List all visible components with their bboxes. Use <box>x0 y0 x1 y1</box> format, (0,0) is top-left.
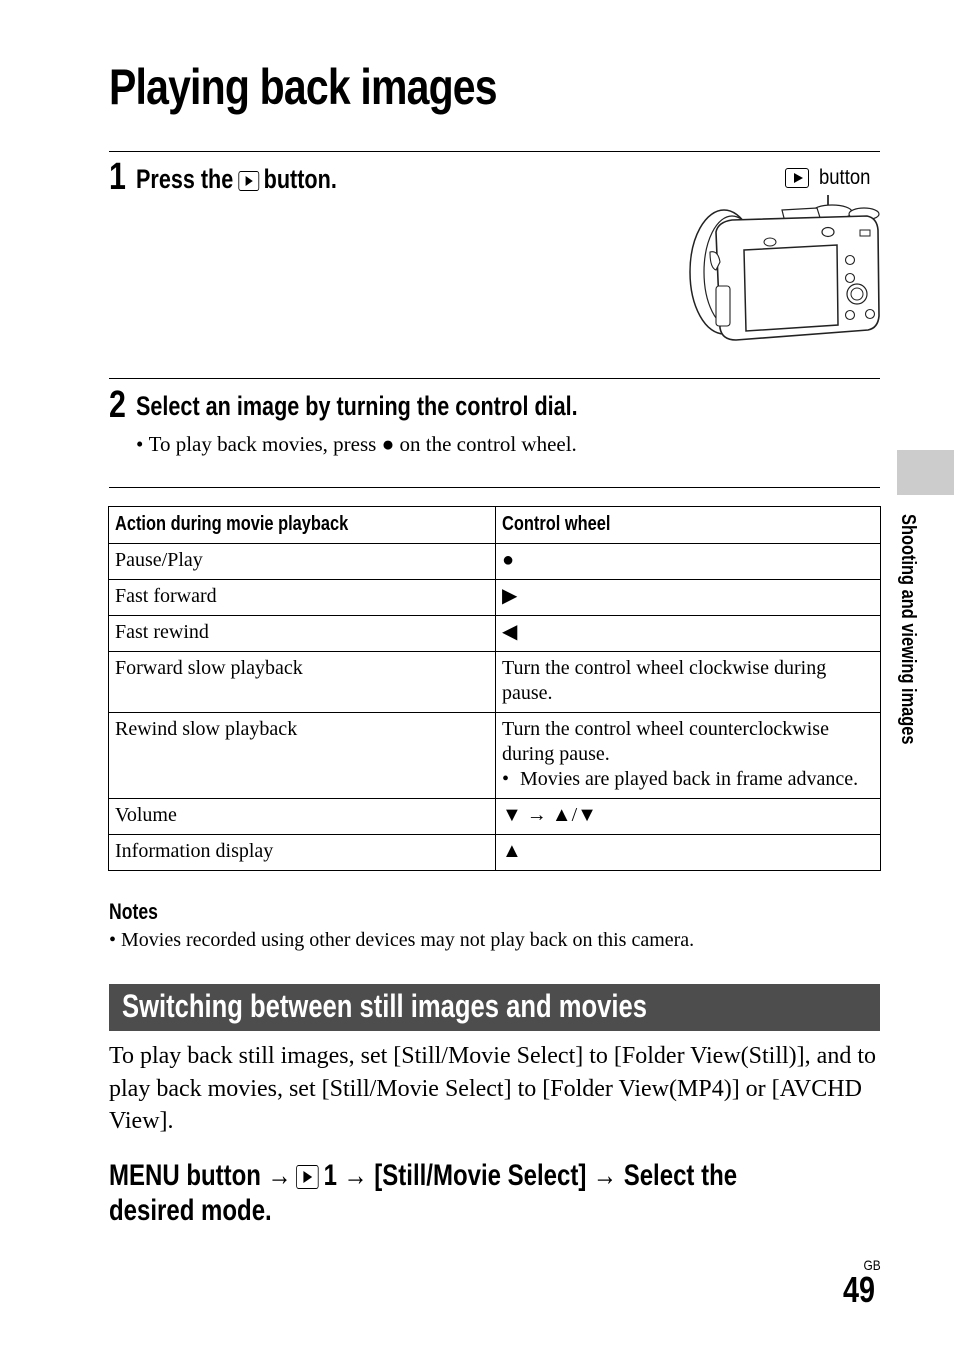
camera-illustration <box>689 195 880 341</box>
control-cell: ◀ <box>495 615 881 652</box>
action-cell: Pause/Play <box>108 543 496 580</box>
chapter-tab <box>897 450 954 495</box>
table-row: Fast rewind ◀ <box>108 615 881 652</box>
table-row: Pause/Play ● <box>108 543 881 580</box>
table-row: Forward slow playback Turn the control w… <box>108 651 881 713</box>
control-text: Turn the control wheel counterclockwise … <box>502 718 829 765</box>
bullet-text-after: on the control wheel. <box>399 432 577 456</box>
callout-label: button <box>819 166 871 189</box>
step-number: 1 <box>109 156 126 198</box>
action-cell: Fast rewind <box>108 615 496 652</box>
divider <box>109 151 880 152</box>
control-cell: ● <box>495 543 881 580</box>
notes-label: Notes <box>109 899 158 924</box>
movie-playback-table: Action during movie playback Control whe… <box>108 506 881 871</box>
action-cell: Forward slow playback <box>108 651 496 713</box>
playback-button-icon <box>238 170 259 191</box>
illustration-callout: button <box>785 166 877 190</box>
table-row: Rewind slow playback Turn the control wh… <box>108 712 881 799</box>
column-header-control: Control wheel <box>495 506 881 544</box>
table-row: Volume ▼ → ▲/▼ <box>108 798 881 835</box>
control-cell: ▶ <box>495 579 881 616</box>
action-cell: Volume <box>108 798 496 835</box>
bullet-text-before: To play back movies, press <box>148 432 377 456</box>
column-header-action: Action during movie playback <box>108 506 496 544</box>
section-paragraph: To play back still images, set [Still/Mo… <box>109 1043 876 1134</box>
note-item: • Movies recorded using other devices ma… <box>109 929 695 951</box>
control-cell: ▼ → ▲/▼ <box>495 798 881 835</box>
table-header-row: Action during movie playback Control whe… <box>108 506 881 544</box>
step-2-bullet: • To play back movies, press ● on the co… <box>136 432 577 457</box>
playback-menu-icon <box>296 1165 319 1190</box>
action-cell: Information display <box>108 834 496 871</box>
control-cell: Turn the control wheel counterclockwise … <box>495 712 881 799</box>
bullet-dot: • <box>136 432 149 456</box>
action-cell: Fast forward <box>108 579 496 616</box>
page-number: 49 <box>843 1269 876 1310</box>
step-1: 1 <box>109 158 130 196</box>
divider <box>109 487 880 488</box>
divider <box>109 378 880 379</box>
playback-button-icon <box>785 168 809 188</box>
section-title: Switching between still images and movie… <box>122 988 647 1024</box>
step-number: 2 <box>109 384 126 426</box>
table-row: Fast forward ▶ <box>108 579 881 616</box>
center-button-icon: ● <box>381 432 395 456</box>
step-2-instruction: Select an image by turning the control d… <box>136 391 578 421</box>
control-cell: Turn the control wheel clockwise during … <box>495 651 881 713</box>
page-title: Playing back images <box>109 59 498 115</box>
control-cell: ▲ <box>495 834 881 871</box>
chapter-label: Shooting and viewing images <box>897 514 919 745</box>
step-1-text-before: Press the <box>136 164 234 194</box>
step-2: 2 <box>109 386 130 424</box>
step-1-text-after: button. <box>263 164 337 194</box>
menu-path-part1: MENU button → <box>109 1159 292 1192</box>
action-cell: Rewind slow playback <box>108 712 496 799</box>
menu-path-instruction: MENU button → 1 → [Still/Movie Select] → … <box>109 1158 829 1228</box>
control-bullet: • Movies are played back in frame advance… <box>502 768 859 790</box>
section-header: Switching between still images and movie… <box>109 984 880 1031</box>
step-1-instruction: Press the button. <box>136 166 337 193</box>
table-row: Information display ▲ <box>108 834 881 871</box>
